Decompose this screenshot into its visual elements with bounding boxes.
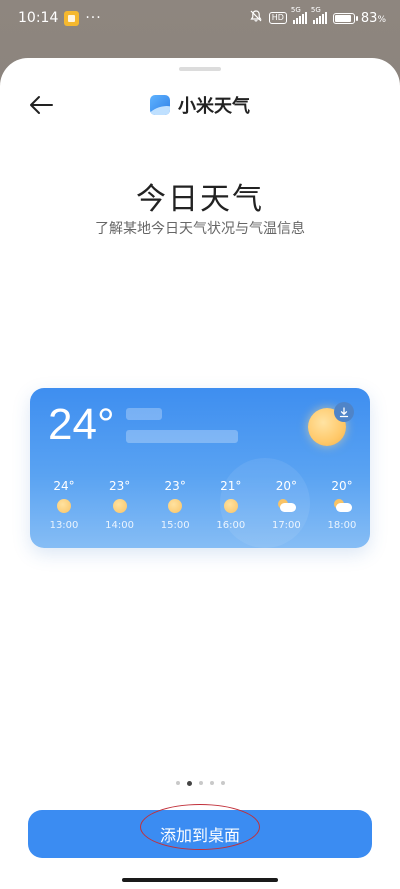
page-dot[interactable]	[186, 780, 192, 786]
notifications-off-icon	[249, 9, 263, 27]
hourly-forecast: 24° 13:00 23° 14:00 23° 15:00 21° 16:00 20° 17:00…	[44, 478, 362, 538]
widget-description: 了解某地今日天气状况与气温信息	[95, 221, 305, 237]
notification-app-icon	[64, 10, 80, 26]
battery-percent: 83%	[360, 10, 386, 26]
forecast-temp: 20°	[275, 479, 298, 493]
page-dot[interactable]	[220, 781, 225, 785]
sun-icon	[223, 496, 238, 516]
download-icon	[334, 402, 354, 422]
forecast-temp: 23°	[108, 479, 131, 493]
forecast-temp: 21°	[220, 479, 242, 493]
cell-signal-icon: 5G	[311, 6, 327, 24]
app-title: 小米天气	[178, 96, 250, 117]
forecast-temp: 24°	[53, 479, 75, 493]
home-indicator[interactable]	[122, 878, 278, 882]
widget-sheet: 小米天气 今日天气 了解某地今日天气状况与气温信息 24° 24° 13:00 23…	[0, 58, 400, 889]
forecast-item: 20° 17:00	[266, 478, 306, 538]
forecast-temp: 20°	[331, 479, 353, 493]
widget-title: 今日天气	[136, 182, 264, 217]
forecast-time: 18:00	[327, 520, 357, 531]
sun-icon	[168, 496, 183, 516]
forecast-time: 14:00	[105, 520, 134, 531]
sheet-header: 小米天气	[0, 88, 400, 122]
forecast-item: 23° 15:00	[155, 478, 195, 538]
description-placeholder	[126, 430, 238, 443]
weather-widget-preview[interactable]: 24° 24° 13:00 23° 14:00 23° 15:00 21° 16:00 20° 1…	[30, 388, 370, 548]
forecast-temp: 23°	[164, 479, 186, 493]
hd-badge: HD	[268, 12, 287, 24]
page-dot[interactable]	[198, 781, 203, 785]
cell-signal-icon: 5G	[291, 6, 307, 24]
partly-cloudy-icon	[276, 496, 297, 516]
sun-icon	[57, 496, 71, 516]
forecast-item: 21° 16:00	[211, 478, 251, 538]
battery-icon	[332, 12, 358, 24]
forecast-item: 24° 13:00	[44, 478, 84, 538]
forecast-time: 17:00	[271, 520, 301, 531]
location-placeholder	[126, 408, 162, 420]
signal-label: 5G	[290, 6, 301, 14]
page-indicator	[0, 780, 400, 786]
mi-weather-app-icon	[150, 95, 170, 115]
signal-label: 5G	[310, 6, 321, 14]
status-bar: 10:14 ··· HD 5G 5G 83%	[0, 0, 400, 36]
sheet-grab-handle[interactable]	[179, 67, 221, 71]
forecast-time: 13:00	[49, 520, 79, 531]
sun-icon	[112, 496, 127, 516]
battery-fill	[334, 14, 352, 22]
page-dot[interactable]	[175, 781, 180, 785]
forecast-time: 15:00	[160, 520, 190, 531]
status-time: 10:14	[18, 10, 59, 26]
status-right: HD 5G 5G 83%	[249, 6, 386, 27]
red-annotation-circle	[140, 804, 260, 850]
more-notifications-icon: ···	[85, 10, 102, 26]
current-temperature: 24°	[48, 400, 115, 449]
page-dot[interactable]	[209, 781, 214, 785]
forecast-item: 20° 18:00	[322, 478, 362, 538]
status-left: 10:14 ···	[18, 10, 102, 26]
forecast-item: 23° 14:00	[100, 478, 140, 538]
partly-cloudy-icon	[332, 496, 352, 516]
header-title-group: 小米天气	[0, 92, 400, 118]
forecast-time: 16:00	[216, 520, 246, 531]
